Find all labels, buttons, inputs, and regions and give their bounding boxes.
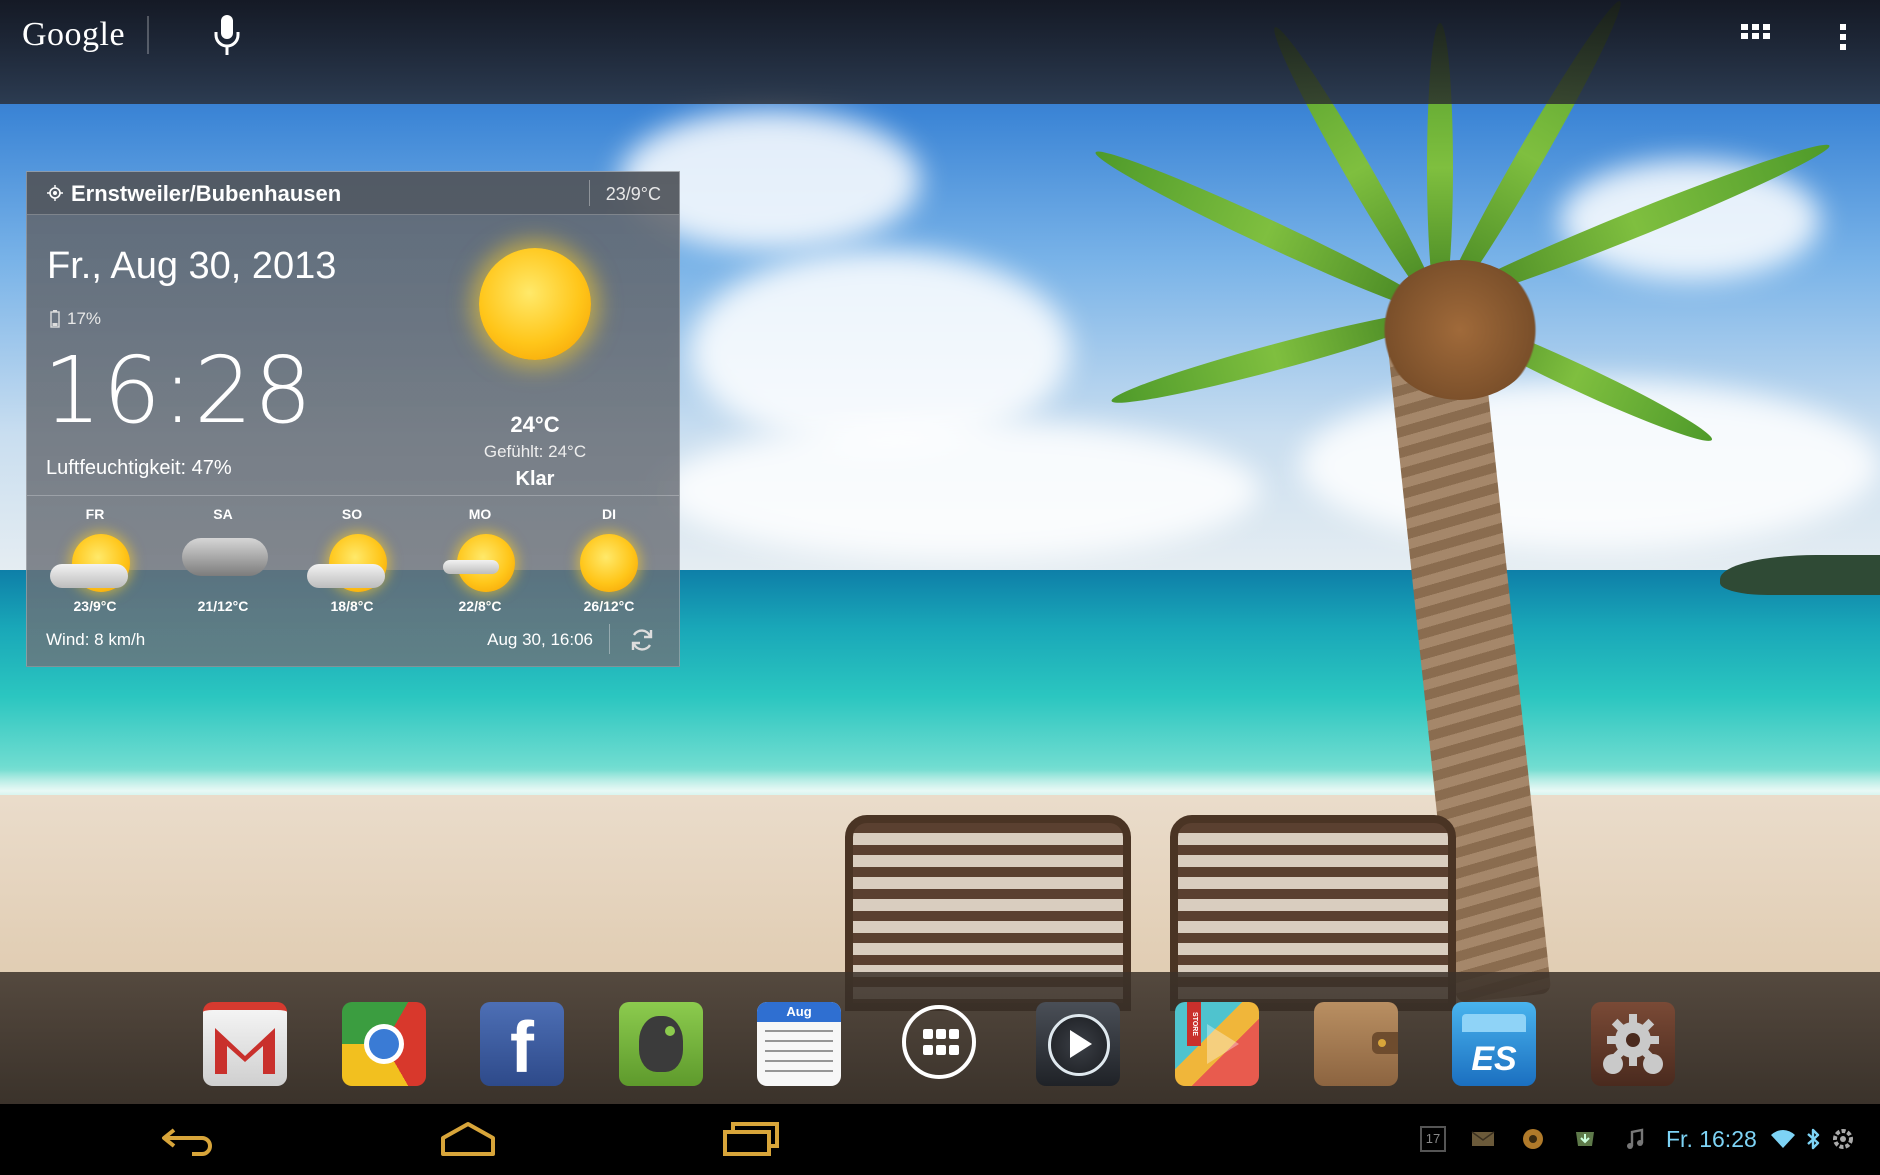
forecast-day[interactable]: DI 26/12°C bbox=[554, 506, 664, 614]
cloud bbox=[1300, 380, 1880, 550]
forecast-day-label: DI bbox=[602, 506, 616, 522]
status-clock[interactable]: Fr. 16:28 bbox=[1666, 1126, 1757, 1153]
sunny-icon bbox=[554, 524, 664, 600]
widget-clock[interactable]: 16:28 bbox=[43, 337, 313, 444]
email-notification-icon[interactable] bbox=[1470, 1126, 1496, 1152]
facebook-icon[interactable]: f bbox=[480, 1002, 564, 1088]
sunny-icon bbox=[479, 248, 591, 360]
forecast-temp: 21/12°C bbox=[197, 598, 249, 614]
system-navigation-bar bbox=[0, 1104, 1880, 1175]
play-store-icon[interactable]: STORE bbox=[1175, 1002, 1259, 1086]
location-icon bbox=[47, 185, 63, 201]
search-bar[interactable]: Google bbox=[0, 0, 1880, 104]
current-temperature: 24°C bbox=[510, 412, 560, 437]
forecast-day[interactable]: SO 18/8°C bbox=[297, 506, 407, 614]
partly-cloudy-icon bbox=[297, 524, 407, 600]
cloudy-rain-icon bbox=[168, 524, 278, 600]
header-divider bbox=[589, 180, 590, 206]
last-updated: Aug 30, 16:06 bbox=[487, 630, 593, 649]
download-notification-icon[interactable] bbox=[1572, 1126, 1598, 1152]
forecast-day-label: MO bbox=[468, 506, 492, 522]
cloud bbox=[1560, 160, 1820, 280]
apps-grid-icon[interactable] bbox=[1741, 24, 1771, 48]
mic-icon[interactable] bbox=[212, 14, 242, 58]
wind-speed: Wind: 8 km/h bbox=[46, 630, 146, 649]
forecast-day[interactable]: MO 22/8°C bbox=[425, 506, 535, 614]
weather-condition: Klar bbox=[515, 468, 555, 490]
battery-level: 17% bbox=[67, 309, 102, 328]
widget-header[interactable]: Ernstweiler/Bubenhausen 23/9°C bbox=[27, 172, 679, 215]
google-logo[interactable]: Google bbox=[22, 16, 125, 54]
forecast-day-label: FR bbox=[85, 506, 105, 522]
es-file-explorer-icon[interactable]: ES bbox=[1452, 1002, 1536, 1086]
wallet-icon[interactable] bbox=[1314, 1002, 1398, 1086]
forecast-day[interactable]: SA 21/12°C bbox=[168, 506, 278, 614]
facebook-glyph: f bbox=[510, 1008, 534, 1088]
footer-divider bbox=[609, 624, 610, 654]
chrome-icon[interactable] bbox=[342, 1002, 426, 1086]
recent-apps-icon[interactable] bbox=[719, 1118, 781, 1158]
settings-status-icon bbox=[1833, 1129, 1853, 1149]
back-icon[interactable] bbox=[158, 1118, 220, 1158]
gmail-icon[interactable] bbox=[203, 1002, 287, 1086]
media-notification-icon[interactable] bbox=[1520, 1126, 1546, 1152]
settings-gear-icon[interactable] bbox=[1591, 1002, 1675, 1086]
refresh-icon[interactable] bbox=[629, 627, 655, 653]
cloud bbox=[660, 420, 1260, 560]
cloud bbox=[690, 250, 1070, 450]
calendar-icon[interactable]: Aug bbox=[757, 1002, 841, 1086]
app-drawer-icon[interactable] bbox=[902, 1005, 976, 1079]
music-notification-icon[interactable] bbox=[1622, 1126, 1648, 1152]
weather-location[interactable]: Ernstweiler/Bubenhausen bbox=[71, 181, 341, 207]
play-music-icon[interactable] bbox=[1036, 1002, 1120, 1086]
search-bar-divider bbox=[147, 16, 149, 54]
calendar-notification-icon[interactable]: 17 bbox=[1420, 1126, 1446, 1152]
overflow-menu-icon[interactable] bbox=[1838, 22, 1848, 52]
today-high-low: 23/9°C bbox=[605, 184, 661, 204]
bluetooth-icon bbox=[1807, 1128, 1820, 1150]
battery-icon bbox=[50, 310, 60, 328]
home-icon[interactable] bbox=[437, 1118, 499, 1158]
forecast-temp: 26/12°C bbox=[583, 598, 635, 614]
wifi-icon bbox=[1771, 1130, 1795, 1148]
forecast-temp: 18/8°C bbox=[330, 598, 374, 614]
forecast-temp: 22/8°C bbox=[458, 598, 502, 614]
widget-divider bbox=[27, 495, 679, 496]
weather-clock-widget[interactable]: Ernstweiler/Bubenhausen 23/9°C Fr., Aug … bbox=[26, 171, 680, 667]
palm-crown bbox=[1380, 260, 1540, 400]
evernote-icon[interactable] bbox=[619, 1002, 703, 1086]
partly-cloudy-icon bbox=[425, 524, 535, 600]
partly-cloudy-icon bbox=[40, 524, 150, 600]
widget-date[interactable]: Fr., Aug 30, 2013 bbox=[47, 245, 336, 288]
forecast-temp: 23/9°C bbox=[73, 598, 117, 614]
es-glyph: ES bbox=[1471, 1040, 1517, 1078]
forecast-day-label: SO bbox=[341, 506, 363, 522]
calendar-month: Aug bbox=[757, 1002, 841, 1022]
humidity-label: Luftfeuchtigkeit: 47% bbox=[46, 457, 232, 479]
feels-like: Gefühlt: 24°C bbox=[483, 442, 587, 461]
forecast-day[interactable]: FR 23/9°C bbox=[40, 506, 150, 614]
forecast-day-label: SA bbox=[213, 506, 233, 522]
